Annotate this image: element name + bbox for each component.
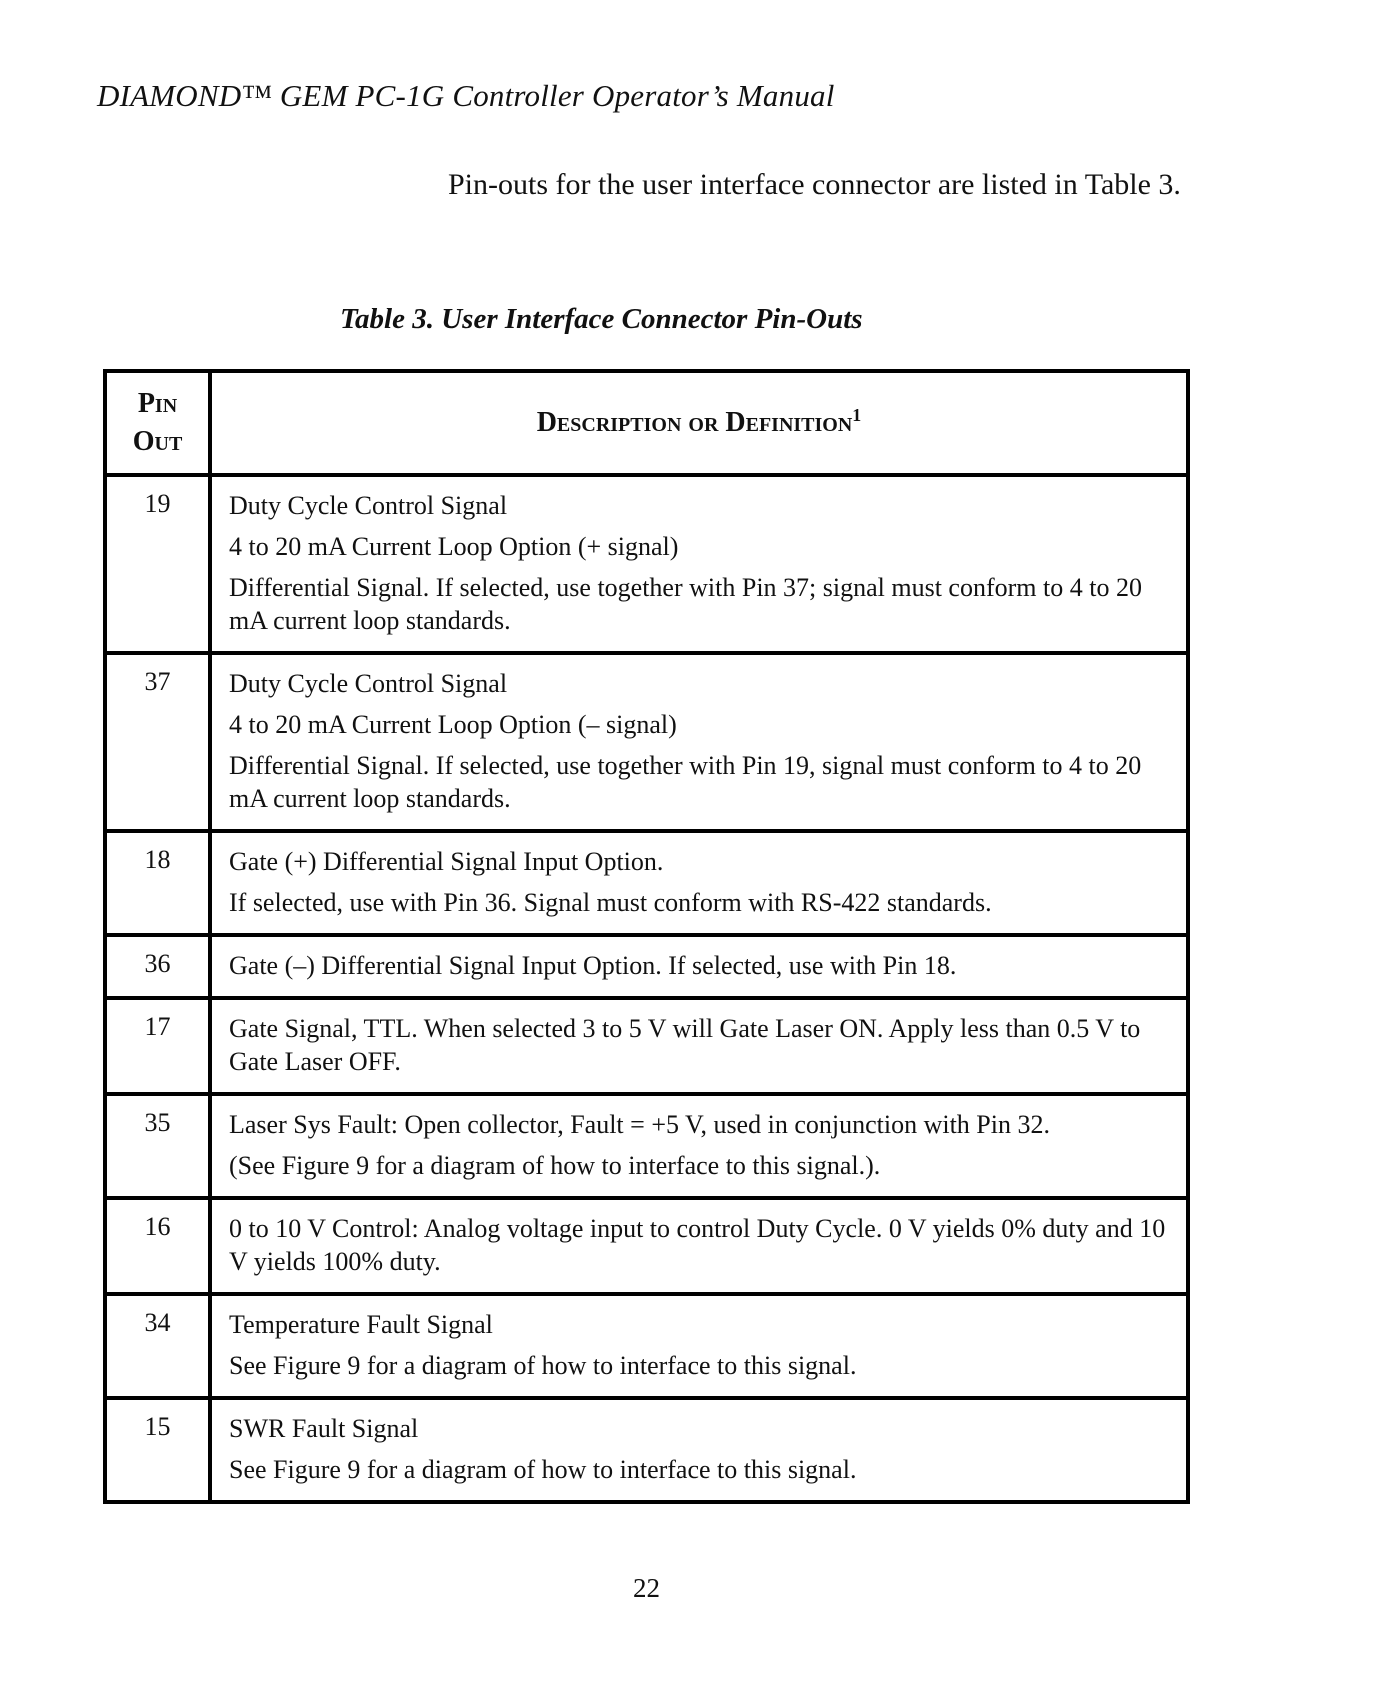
description-line: Gate (–) Differential Signal Input Optio… <box>229 951 957 980</box>
page-number: 22 <box>633 1573 660 1603</box>
table-body: 19 Duty Cycle Control Signal 4 to 20 mA Cu… <box>103 473 1190 1504</box>
pin-description: Duty Cycle Control Signal 4 to 20 mA Curr… <box>208 651 1190 833</box>
description-line: Duty Cycle Control Signal <box>229 669 508 698</box>
description-line: See Figure 9 for a diagram of how to int… <box>229 1351 857 1380</box>
description-line: Duty Cycle Control Signal <box>229 491 508 520</box>
pin-number: 35 <box>103 1092 212 1200</box>
pin-number: 37 <box>103 651 212 833</box>
description-line: 0 to 10 V Control: Analog voltage input … <box>229 1214 1166 1276</box>
pin-number: 15 <box>103 1396 212 1504</box>
description-line: SWR Fault Signal <box>229 1414 419 1443</box>
table-row: 16 0 to 10 V Control: Analog voltage inpu… <box>103 1196 1190 1296</box>
pin-description: Laser Sys Fault: Open collector, Fault =… <box>208 1092 1190 1200</box>
table-row: 34 Temperature Fault Signal See Figure 9 f… <box>103 1292 1190 1400</box>
pin-number: 16 <box>103 1196 212 1296</box>
pin-number: 18 <box>103 829 212 937</box>
table-header-row: Pin Out Description or Definition1 <box>103 369 1190 477</box>
footnote-marker: 1 <box>852 405 862 425</box>
pin-header-line1: Pin <box>137 388 178 419</box>
table-caption: Table 3. User Interface Connector Pin-Ou… <box>340 303 863 335</box>
table-row: 17 Gate Signal, TTL. When selected 3 to 5… <box>103 996 1190 1096</box>
description-line: See Figure 9 for a diagram of how to int… <box>229 1455 857 1484</box>
description-line: Laser Sys Fault: Open collector, Fault =… <box>229 1110 1050 1139</box>
intro-paragraph: Pin-outs for the user interface connecto… <box>448 168 1181 201</box>
description-line: Gate Signal, TTL. When selected 3 to 5 V… <box>229 1014 1141 1076</box>
pin-number: 36 <box>103 933 212 1000</box>
pin-description: Gate (–) Differential Signal Input Optio… <box>208 933 1190 1000</box>
description-line: Gate (+) Differential Signal Input Optio… <box>229 847 664 876</box>
pin-header-line2: Out <box>132 426 183 457</box>
pinout-table: Pin Out Description or Definition1 19 Dut… <box>103 369 1190 1504</box>
pin-number: 19 <box>103 473 212 655</box>
table-row: 18 Gate (+) Differential Signal Input Opt… <box>103 829 1190 937</box>
description-header: Description or Definition1 <box>208 369 1190 477</box>
pin-number: 34 <box>103 1292 212 1400</box>
table-row: 35 Laser Sys Fault: Open collector, Fault… <box>103 1092 1190 1200</box>
description-line: (See Figure 9 for a diagram of how to in… <box>229 1151 881 1180</box>
description-line: Differential Signal. If selected, use to… <box>229 751 1142 813</box>
pin-description: Gate Signal, TTL. When selected 3 to 5 V… <box>208 996 1190 1096</box>
table-row: 36 Gate (–) Differential Signal Input Opt… <box>103 933 1190 1000</box>
description-header-text: Description or Definition <box>536 407 853 438</box>
pin-description: Temperature Fault Signal See Figure 9 for… <box>208 1292 1190 1400</box>
description-line: 4 to 20 mA Current Loop Option (+ signal… <box>229 532 679 561</box>
table-row: 37 Duty Cycle Control Signal 4 to 20 mA Cu… <box>103 651 1190 833</box>
description-line: Temperature Fault Signal <box>229 1310 493 1339</box>
pin-description: 0 to 10 V Control: Analog voltage input … <box>208 1196 1190 1296</box>
description-line: 4 to 20 mA Current Loop Option (– signal… <box>229 710 677 739</box>
pin-out-header: Pin Out <box>103 369 212 477</box>
pin-description: Gate (+) Differential Signal Input Optio… <box>208 829 1190 937</box>
description-line: Differential Signal. If selected, use to… <box>229 573 1142 635</box>
pin-description: SWR Fault Signal See Figure 9 for a diagr… <box>208 1396 1190 1504</box>
pin-description: Duty Cycle Control Signal 4 to 20 mA Curr… <box>208 473 1190 655</box>
pin-number: 17 <box>103 996 212 1096</box>
running-header: DIAMOND™ GEM PC-1G Controller Operator’s… <box>97 78 835 113</box>
table-row: 15 SWR Fault Signal See Figure 9 for a dia… <box>103 1396 1190 1504</box>
description-line: If selected, use with Pin 36. Signal mus… <box>229 888 992 917</box>
table-row: 19 Duty Cycle Control Signal 4 to 20 mA Cu… <box>103 473 1190 655</box>
